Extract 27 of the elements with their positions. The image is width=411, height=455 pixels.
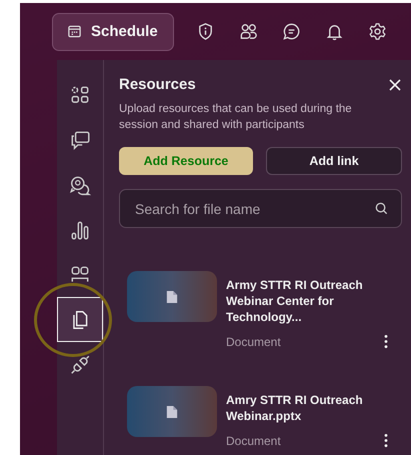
file-thumbnail[interactable] [127,386,217,437]
schedule-button[interactable]: Schedule [52,12,174,50]
document-icon [166,290,178,304]
settings-icon[interactable] [368,21,387,42]
close-icon[interactable] [388,78,402,92]
chat-icon[interactable] [282,21,301,42]
file-name: Army STTR RI Outreach Webinar Center for Technology... [226,277,364,325]
calendar-icon [67,24,82,39]
plug-icon [69,354,91,376]
search-field[interactable]: Search for file name [119,189,402,228]
search-icon[interactable] [374,201,389,216]
panel-description: Upload resources that can be used during the session and shared with participants [119,102,353,133]
more-options-icon[interactable] [384,433,388,448]
file-type: Document [226,434,281,448]
file-thumbnail[interactable] [127,271,217,322]
people-icon[interactable] [238,21,258,42]
document-icon [166,404,178,418]
chat-bubbles-icon [69,128,91,150]
question-bubbles-icon [69,174,91,196]
file-name: Amry STTR RI Outreach Webinar.pptx [226,392,364,424]
more-options-icon[interactable] [384,334,388,349]
sidebar-item[interactable] [57,297,103,342]
bar-chart-icon [69,218,91,240]
apps-icon [69,84,91,106]
add-link-button[interactable]: Add link [266,147,402,175]
panel-title: Resources [119,76,196,93]
file-type: Document [226,334,281,348]
